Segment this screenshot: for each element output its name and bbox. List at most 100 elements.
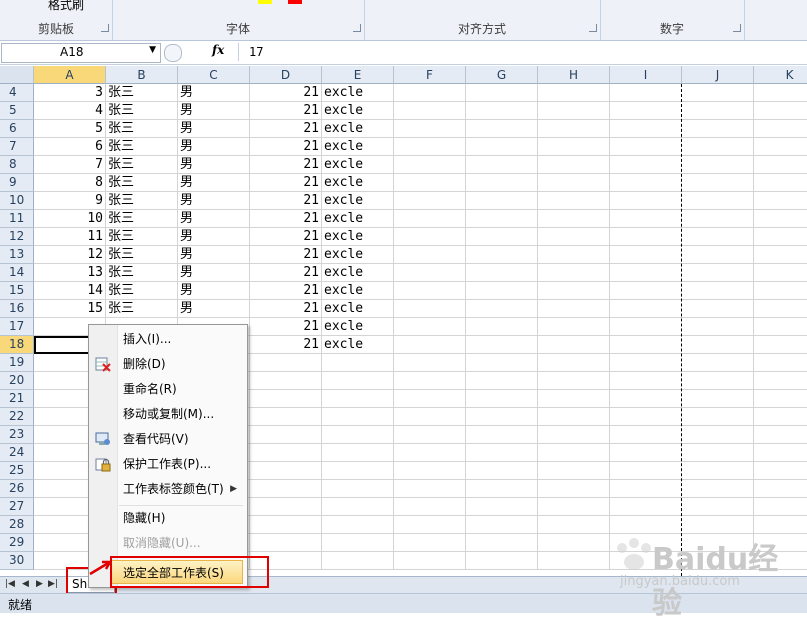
cell-e29[interactable]: [322, 534, 394, 552]
row-header-11[interactable]: 11: [0, 210, 34, 228]
cell-h13[interactable]: [538, 246, 610, 264]
cell-d12[interactable]: 21: [250, 228, 322, 246]
cell-k19[interactable]: [754, 354, 807, 372]
cell-k20[interactable]: [754, 372, 807, 390]
cell-i26[interactable]: [610, 480, 682, 498]
next-sheet-icon[interactable]: ▶: [36, 579, 43, 589]
cell-c14[interactable]: 男: [178, 264, 250, 282]
cell-g21[interactable]: [466, 390, 538, 408]
cell-d19[interactable]: [250, 354, 322, 372]
cell-g14[interactable]: [466, 264, 538, 282]
cell-f18[interactable]: [394, 336, 466, 354]
row-header-24[interactable]: 24: [0, 444, 34, 462]
cell-h22[interactable]: [538, 408, 610, 426]
cell-k14[interactable]: [754, 264, 807, 282]
cell-i8[interactable]: [610, 156, 682, 174]
cell-e19[interactable]: [322, 354, 394, 372]
cell-d23[interactable]: [250, 426, 322, 444]
cell-k26[interactable]: [754, 480, 807, 498]
cell-e5[interactable]: excle: [322, 102, 394, 120]
cell-j6[interactable]: [682, 120, 754, 138]
cell-f25[interactable]: [394, 462, 466, 480]
cell-a12[interactable]: 11: [34, 228, 106, 246]
cell-e21[interactable]: [322, 390, 394, 408]
cell-i22[interactable]: [610, 408, 682, 426]
cell-g11[interactable]: [466, 210, 538, 228]
clipboard-launcher-icon[interactable]: [101, 24, 109, 32]
cell-b4[interactable]: 张三: [106, 84, 178, 102]
cell-i16[interactable]: [610, 300, 682, 318]
cell-i18[interactable]: [610, 336, 682, 354]
cell-h27[interactable]: [538, 498, 610, 516]
cell-h10[interactable]: [538, 192, 610, 210]
cell-k21[interactable]: [754, 390, 807, 408]
cell-j10[interactable]: [682, 192, 754, 210]
cell-d25[interactable]: [250, 462, 322, 480]
cell-c7[interactable]: 男: [178, 138, 250, 156]
cell-h30[interactable]: [538, 552, 610, 570]
cell-j4[interactable]: [682, 84, 754, 102]
row-header-20[interactable]: 20: [0, 372, 34, 390]
row-header-10[interactable]: 10: [0, 192, 34, 210]
cell-g15[interactable]: [466, 282, 538, 300]
row-header-9[interactable]: 9: [0, 174, 34, 192]
cell-i6[interactable]: [610, 120, 682, 138]
cell-k10[interactable]: [754, 192, 807, 210]
cell-k17[interactable]: [754, 318, 807, 336]
cell-i5[interactable]: [610, 102, 682, 120]
cell-i23[interactable]: [610, 426, 682, 444]
cell-e4[interactable]: excle: [322, 84, 394, 102]
cell-g23[interactable]: [466, 426, 538, 444]
cell-k18[interactable]: [754, 336, 807, 354]
cell-i7[interactable]: [610, 138, 682, 156]
cell-k4[interactable]: [754, 84, 807, 102]
cell-e13[interactable]: excle: [322, 246, 394, 264]
cell-j18[interactable]: [682, 336, 754, 354]
cell-e16[interactable]: excle: [322, 300, 394, 318]
cell-i21[interactable]: [610, 390, 682, 408]
row-header-25[interactable]: 25: [0, 462, 34, 480]
row-header-13[interactable]: 13: [0, 246, 34, 264]
fx-icon[interactable]: fx: [212, 43, 224, 57]
menu-item-view-code[interactable]: 查看代码(V): [90, 427, 245, 451]
cell-j25[interactable]: [682, 462, 754, 480]
cell-j11[interactable]: [682, 210, 754, 228]
cell-c12[interactable]: 男: [178, 228, 250, 246]
cell-f30[interactable]: [394, 552, 466, 570]
row-header-5[interactable]: 5: [0, 102, 34, 120]
cell-a9[interactable]: 8: [34, 174, 106, 192]
cell-b14[interactable]: 张三: [106, 264, 178, 282]
cell-h29[interactable]: [538, 534, 610, 552]
cell-d17[interactable]: 21: [250, 318, 322, 336]
cell-k13[interactable]: [754, 246, 807, 264]
last-sheet-icon[interactable]: ▶|: [48, 579, 58, 589]
cell-i10[interactable]: [610, 192, 682, 210]
first-sheet-icon[interactable]: |◀: [5, 579, 15, 589]
cell-j27[interactable]: [682, 498, 754, 516]
cell-f4[interactable]: [394, 84, 466, 102]
cell-k6[interactable]: [754, 120, 807, 138]
cell-j7[interactable]: [682, 138, 754, 156]
cell-f19[interactable]: [394, 354, 466, 372]
cell-b15[interactable]: 张三: [106, 282, 178, 300]
cell-f27[interactable]: [394, 498, 466, 516]
cell-g28[interactable]: [466, 516, 538, 534]
cell-f24[interactable]: [394, 444, 466, 462]
cell-h4[interactable]: [538, 84, 610, 102]
row-header-17[interactable]: 17: [0, 318, 34, 336]
row-header-4[interactable]: 4: [0, 84, 34, 102]
cell-f12[interactable]: [394, 228, 466, 246]
cell-d21[interactable]: [250, 390, 322, 408]
cell-c13[interactable]: 男: [178, 246, 250, 264]
cell-j16[interactable]: [682, 300, 754, 318]
prev-sheet-icon[interactable]: ◀: [22, 579, 29, 589]
cell-e24[interactable]: [322, 444, 394, 462]
cell-c15[interactable]: 男: [178, 282, 250, 300]
cell-d10[interactable]: 21: [250, 192, 322, 210]
cell-e25[interactable]: [322, 462, 394, 480]
alignment-launcher-icon[interactable]: [589, 24, 597, 32]
cell-g12[interactable]: [466, 228, 538, 246]
column-header-j[interactable]: J: [682, 66, 754, 84]
cell-g8[interactable]: [466, 156, 538, 174]
cell-g6[interactable]: [466, 120, 538, 138]
